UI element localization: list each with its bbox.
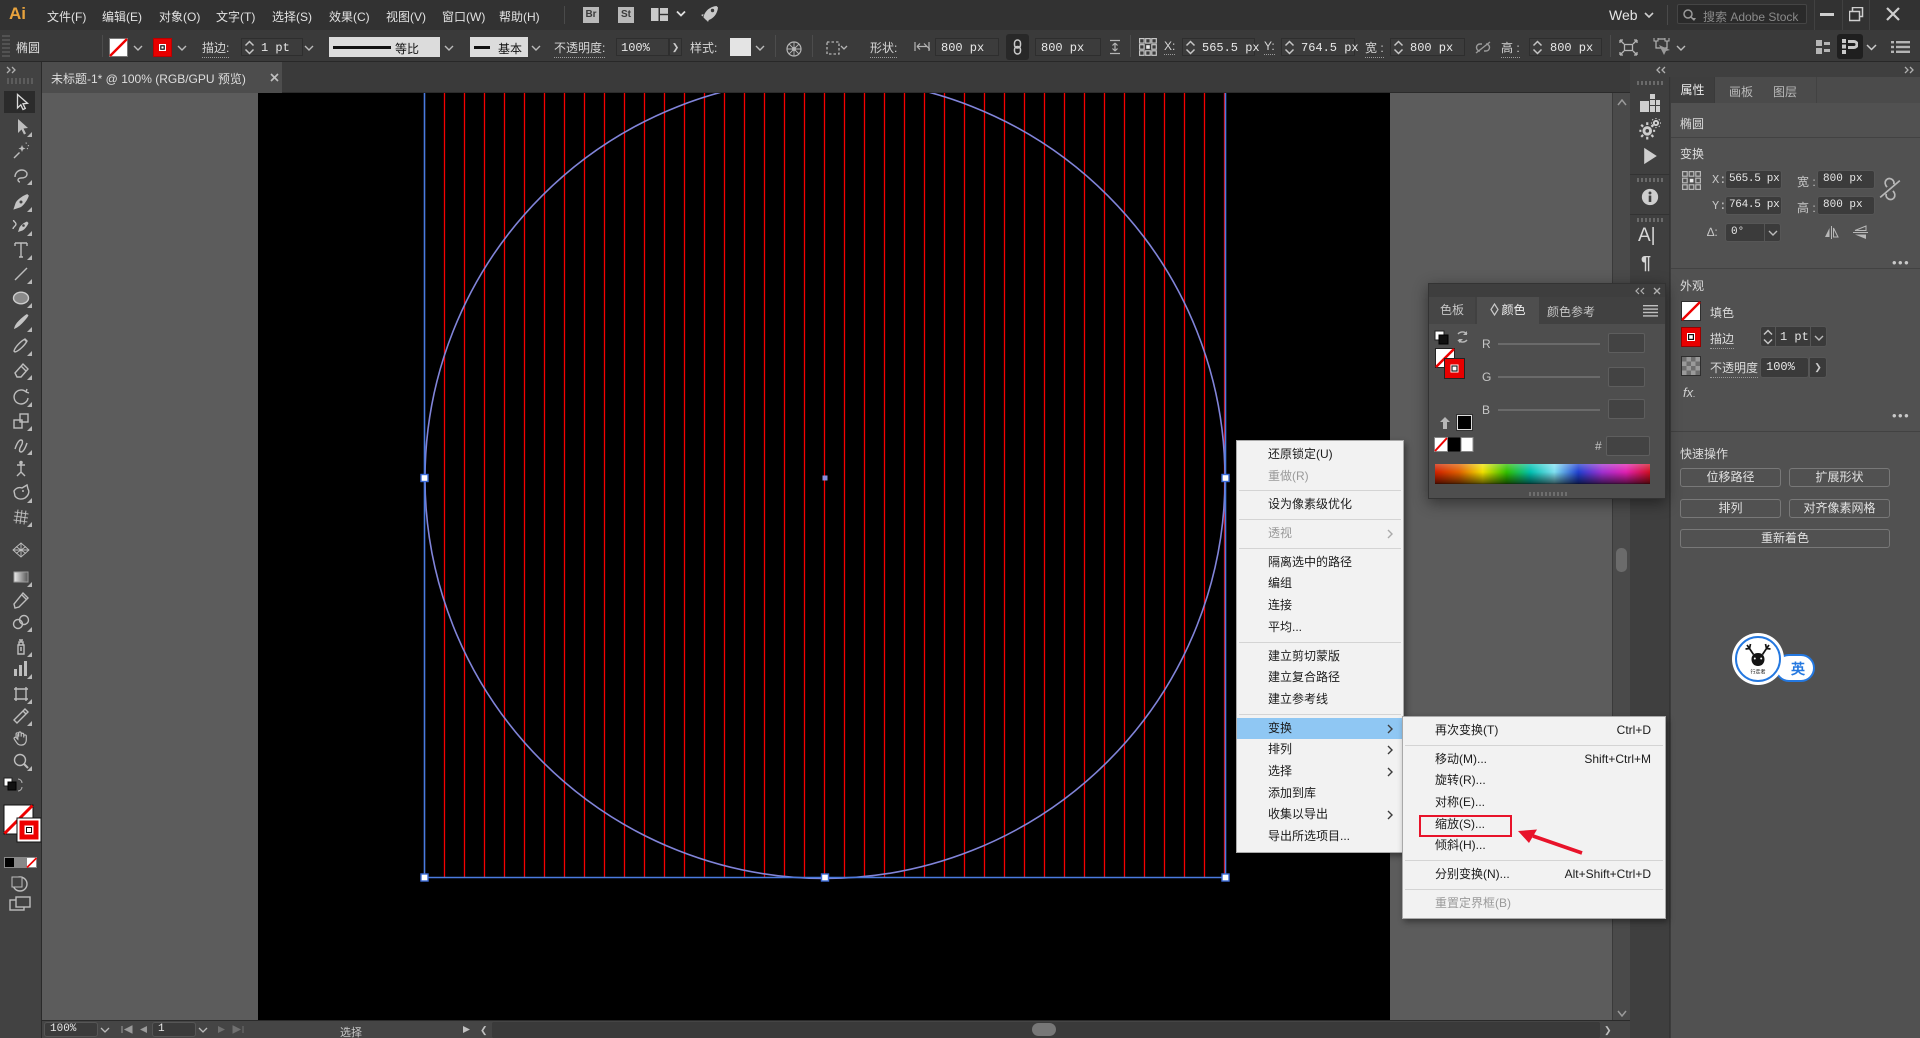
svg-text:行走者: 行走者 — [1750, 669, 1765, 676]
